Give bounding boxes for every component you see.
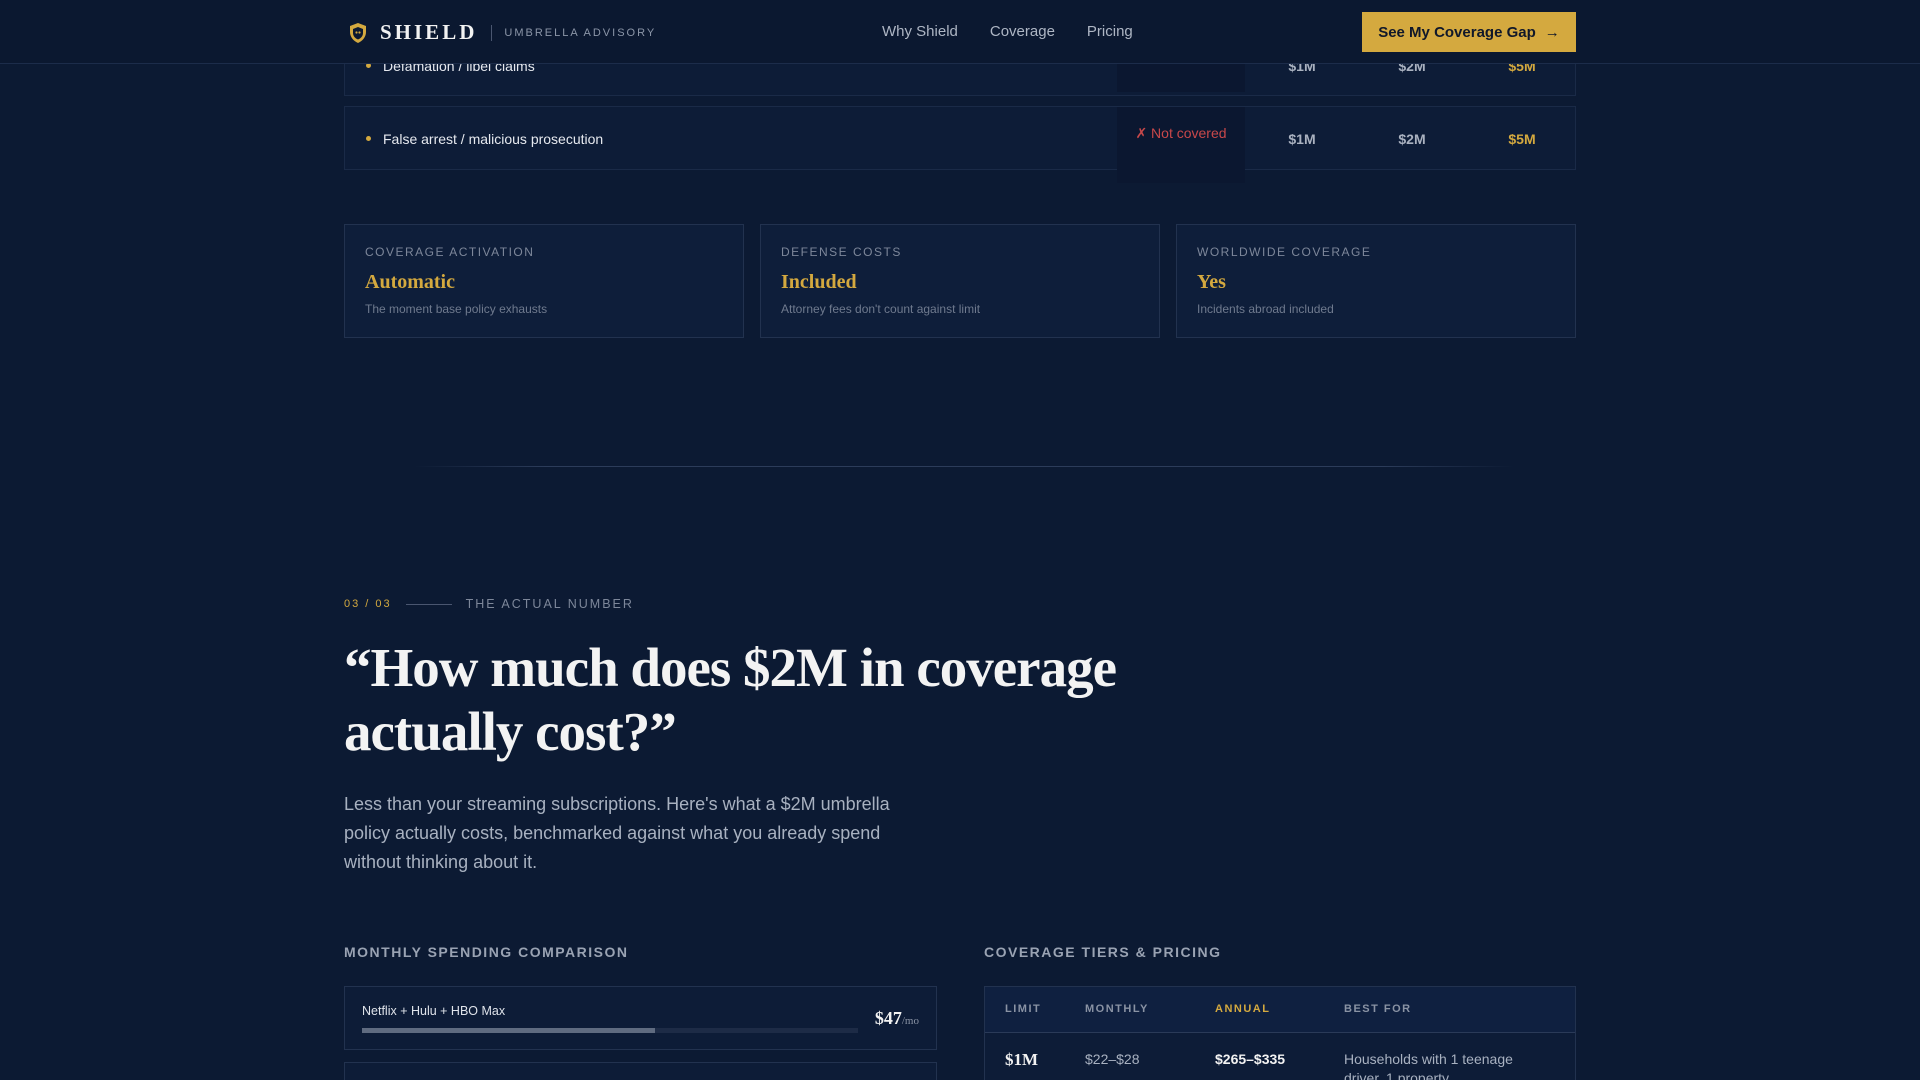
spending-label: Netflix + Hulu + HBO Max [362, 1004, 506, 1018]
coverage-value-2m: $2M [1398, 131, 1426, 147]
section-headline: “How much does $2M in coverage actually … [344, 637, 1117, 762]
coverage-value-1m: $1M [1288, 131, 1316, 147]
section-kicker: THE ACTUAL NUMBER [465, 597, 634, 611]
coverage-gap-button[interactable]: See My Coverage Gap → [1362, 12, 1576, 52]
card-note: Incidents abroad included [1197, 302, 1334, 316]
section-number: 03 / 03 [344, 598, 392, 610]
stat-card-worldwide: WORLDWIDE COVERAGE Yes Incidents abroad … [1176, 224, 1576, 338]
tier-best-for: Households with 1 teenage driver, 1 prop… [1344, 1051, 1513, 1080]
spending-unit: /mo [901, 1015, 919, 1027]
brand-name: SHIELD [380, 20, 478, 44]
card-label: DEFENSE COSTS [781, 245, 902, 259]
coverage-label: False arrest / malicious prosecution [383, 131, 604, 147]
spending-title: MONTHLY SPENDING COMPARISON [344, 944, 629, 960]
nav-why-shield[interactable]: Why Shield [882, 23, 958, 40]
spending-amount-value: $47 [874, 1008, 902, 1028]
site-header: SHIELD UMBRELLA ADVISORY Why Shield Cove… [0, 0, 1920, 64]
bullet-icon [366, 136, 371, 141]
coverage-value-5m: $5M [1508, 131, 1536, 147]
card-note: Attorney fees don't count against limit [781, 302, 981, 316]
spending-amount: $47/mo [875, 1008, 919, 1029]
brand-logo[interactable]: SHIELD UMBRELLA ADVISORY [348, 20, 656, 45]
brand-divider [491, 24, 493, 41]
spending-row [344, 1062, 937, 1080]
coverage-gap-label: See My Coverage Gap [1378, 23, 1536, 41]
main-nav: Why Shield Coverage Pricing [882, 23, 1165, 40]
col-monthly: MONTHLY [1085, 1003, 1149, 1015]
card-value: Automatic [365, 271, 455, 293]
brand-tagline: UMBRELLA ADVISORY [504, 26, 657, 39]
col-best-for: BEST FOR [1344, 1003, 1412, 1015]
card-value: Included [781, 271, 857, 293]
tier-limit: $1M [1005, 1050, 1039, 1069]
spending-row: Netflix + Hulu + HBO Max $47/mo [344, 986, 937, 1050]
card-label: COVERAGE ACTIVATION [365, 245, 535, 259]
section-eyebrow: 03 / 03 THE ACTUAL NUMBER [344, 597, 634, 611]
spending-bar-fill [362, 1028, 655, 1033]
arrow-right-icon: → [1544, 23, 1560, 41]
nav-coverage[interactable]: Coverage [990, 23, 1055, 40]
col-annual: ANNUAL [1215, 1003, 1271, 1015]
section-divider [414, 466, 1514, 467]
tier-monthly: $22–$28 [1085, 1051, 1140, 1067]
col-limit: LIMIT [1005, 1003, 1042, 1015]
nav-pricing[interactable]: Pricing [1087, 23, 1133, 40]
card-note: The moment base policy exhausts [365, 302, 548, 316]
stat-card-defense: DEFENSE COSTS Included Attorney fees don… [760, 224, 1160, 338]
card-value: Yes [1197, 271, 1226, 293]
section-lead: Less than your streaming subscriptions. … [344, 794, 890, 872]
coverage-status: ✗ Not covered [1117, 107, 1245, 183]
tiers-table: LIMIT MONTHLY ANNUAL BEST FOR $1M $22–$2… [984, 986, 1576, 1080]
tier-annual: $265–$335 [1215, 1051, 1286, 1067]
coverage-row: False arrest / malicious prosecution ✗ N… [344, 106, 1576, 183]
stat-card-activation: COVERAGE ACTIVATION Automatic The moment… [344, 224, 744, 338]
spending-bar [362, 1028, 858, 1033]
eyebrow-rule [405, 603, 452, 605]
card-label: WORLDWIDE COVERAGE [1197, 245, 1372, 259]
table-row: $1M $22–$28 $265–$335 Households with 1 … [985, 1033, 1575, 1080]
tiers-table-header: LIMIT MONTHLY ANNUAL BEST FOR [985, 987, 1575, 1033]
shield-icon [350, 22, 366, 43]
tiers-title: COVERAGE TIERS & PRICING [984, 944, 1222, 960]
coverage-stat-cards: COVERAGE ACTIVATION Automatic The moment… [344, 224, 1576, 338]
